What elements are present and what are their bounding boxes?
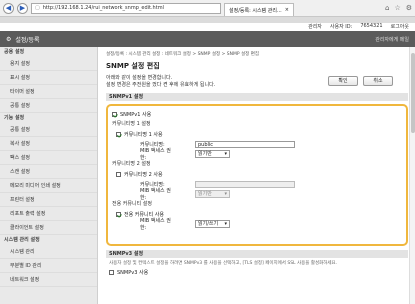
browser-tab[interactable]: 설정/등록: 시스템 관리... × (224, 3, 294, 16)
snmpv1-highlight-frame: SNMPv1 사용 커뮤니티명 1 설정 커뮤니티명 1 사용 커뮤니티명: p… (106, 104, 408, 246)
sidebar-item[interactable]: 프린터 설정 (0, 193, 97, 207)
sidebar-item[interactable]: 부분별 ID 관리 (0, 259, 97, 273)
comm2-mib-select[interactable]: 읽기만 ▾ (195, 190, 230, 198)
sidebar-item[interactable]: 시스템 관리 (0, 245, 97, 259)
comm2-use-checkbox[interactable] (116, 171, 121, 177)
chevron-down-icon: ▾ (224, 151, 227, 157)
comm2-mib-value: 읽기만 (198, 191, 212, 197)
dedicated-community-header: 전용 커뮤니티 설정 (112, 201, 152, 207)
mail-admin-link[interactable]: 관리자에게 메일 (375, 36, 409, 43)
sidebar-section: 기능 설정 (4, 115, 25, 121)
sidebar-item[interactable]: 타이머 설정 (0, 85, 97, 99)
sidebar-item[interactable]: 메모리 미디어 인쇄 설정 (0, 179, 97, 193)
sidebar-item[interactable]: 공통 설정 (0, 99, 97, 113)
main-content: 설정/등록 : 시스템 관리 설정 : 네트워크 설정 > SNMP 설정 > … (99, 47, 415, 304)
community1-header: 커뮤니티명 1 설정 (112, 121, 151, 127)
address-bar[interactable]: ▢ http://192.168.1.24/rui_network_snmp_e… (31, 2, 221, 14)
comm2-mib-label: MIB 액세스 권한: (140, 188, 171, 201)
scrollbar[interactable] (409, 47, 415, 304)
sidebar-section: 시스템 관리 설정 (4, 237, 40, 243)
use-v3-label: SNMPv3 사용 (117, 269, 149, 276)
dedicated-mib-value: 읽기/쓰기 (198, 221, 219, 227)
comm1-name-input[interactable]: public (195, 140, 295, 148)
use-v3-row: SNMPv3 사용 (106, 267, 408, 277)
url-text: http://192.168.1.24/rui_network_snmp_edi… (42, 5, 164, 11)
sidebar-item[interactable]: 용지 설정 (0, 57, 97, 71)
dedicated-mib-label: MIB 액세스 권한: (140, 218, 171, 231)
forward-button[interactable]: ▶ (17, 2, 28, 14)
sidebar-item[interactable]: 표시 설정 (0, 71, 97, 85)
user-bar: 관리자 사용자 ID: 7654321 로그아웃 (308, 23, 409, 30)
home-icon[interactable]: ⌂ (385, 4, 389, 12)
back-button[interactable]: ◀ (3, 2, 14, 14)
use-v1-checkbox[interactable] (112, 111, 117, 117)
browser-toolbar: ◀ ▶ ▢ http://192.168.1.24/rui_network_sn… (0, 0, 415, 17)
sidebar-section: 공용 설정 (4, 49, 25, 55)
dedicated-mib-row: MIB 액세스 권한: 읽기/쓰기 ▾ (112, 218, 402, 231)
sidebar-item[interactable]: 복사 설정 (0, 137, 97, 151)
app-header: ⚙ 설정/등록 관리자에게 메일 (0, 31, 415, 47)
comm1-mib-label: MIB 액세스 권한: (140, 148, 171, 161)
settings-icon: ⚙ (6, 35, 12, 43)
comm1-mib-value: 읽기만 (198, 151, 212, 157)
chevron-down-icon: ▾ (224, 191, 227, 197)
chevron-down-icon: ▾ (224, 221, 227, 227)
sidebar-item[interactable]: 리포트 출력 설정 (0, 207, 97, 221)
sidebar-item[interactable]: 클라이언트 설정 (0, 221, 97, 235)
star-icon[interactable]: ☆ (394, 4, 400, 12)
breadcrumb: 설정/등록 : 시스템 관리 설정 : 네트워크 설정 > SNMP 설정 > … (106, 52, 259, 57)
snmpv1-section-header: SNMPv1 설정 (106, 93, 408, 101)
comm2-name-input[interactable] (195, 180, 295, 188)
ok-button[interactable]: 확인 (328, 76, 358, 86)
comm1-mib-select[interactable]: 읽기만 ▾ (195, 150, 230, 158)
close-icon[interactable]: × (285, 7, 289, 13)
dedicated-mib-select[interactable]: 읽기/쓰기 ▾ (195, 220, 230, 228)
sidebar: 공용 설정 용지 설정 표시 설정 타이머 설정 공통 설정 기능 설정 공통 설정 복사 설… (0, 47, 98, 304)
snmpv3-section-header: SNMPv3 설정 (106, 250, 408, 258)
use-v1-label: SNMPv1 사용 (120, 111, 152, 118)
sidebar-item[interactable]: 팩스 설정 (0, 151, 97, 165)
comm1-mib-row: MIB 액세스 권한: 읽기만 ▾ (112, 148, 402, 161)
dept-label: 사용자 ID: (329, 24, 353, 30)
cancel-button[interactable]: 취소 (363, 76, 393, 86)
page-title: SNMP 설정 편집 (106, 62, 160, 70)
user-label: 관리자 (308, 24, 322, 30)
comm1-use-row: 커뮤니티명 1 사용 (112, 129, 402, 139)
comm2-use-label: 커뮤니티명 2 사용 (124, 171, 163, 178)
sidebar-item[interactable]: 공통 설정 (0, 123, 97, 137)
tab-label: 설정/등록: 시스템 관리... (229, 7, 282, 14)
app-title: 설정/등록 (15, 36, 40, 44)
dedicated-use-checkbox[interactable] (116, 211, 121, 217)
comm1-use-label: 커뮤니티명 1 사용 (124, 131, 163, 138)
comm2-mib-row: MIB 액세스 권한: 읽기만 ▾ (112, 188, 402, 201)
use-v1-row: SNMPv1 사용 (112, 109, 402, 119)
gear-icon[interactable]: ⚙ (406, 4, 412, 12)
community2-header: 커뮤니티명 2 설정 (112, 161, 151, 167)
sidebar-item[interactable]: 스캔 설정 (0, 165, 97, 179)
comm1-use-checkbox[interactable] (116, 131, 121, 137)
sidebar-item[interactable]: 네트워크 설정 (0, 273, 97, 287)
comm2-use-row: 커뮤니티명 2 사용 (112, 169, 402, 179)
logout-link[interactable]: 로그아웃 (391, 23, 409, 30)
scrollbar-thumb[interactable] (411, 53, 415, 133)
use-v3-checkbox[interactable] (109, 269, 114, 275)
page-icon: ▢ (35, 5, 40, 11)
dept-id: 7654321 (360, 23, 383, 29)
